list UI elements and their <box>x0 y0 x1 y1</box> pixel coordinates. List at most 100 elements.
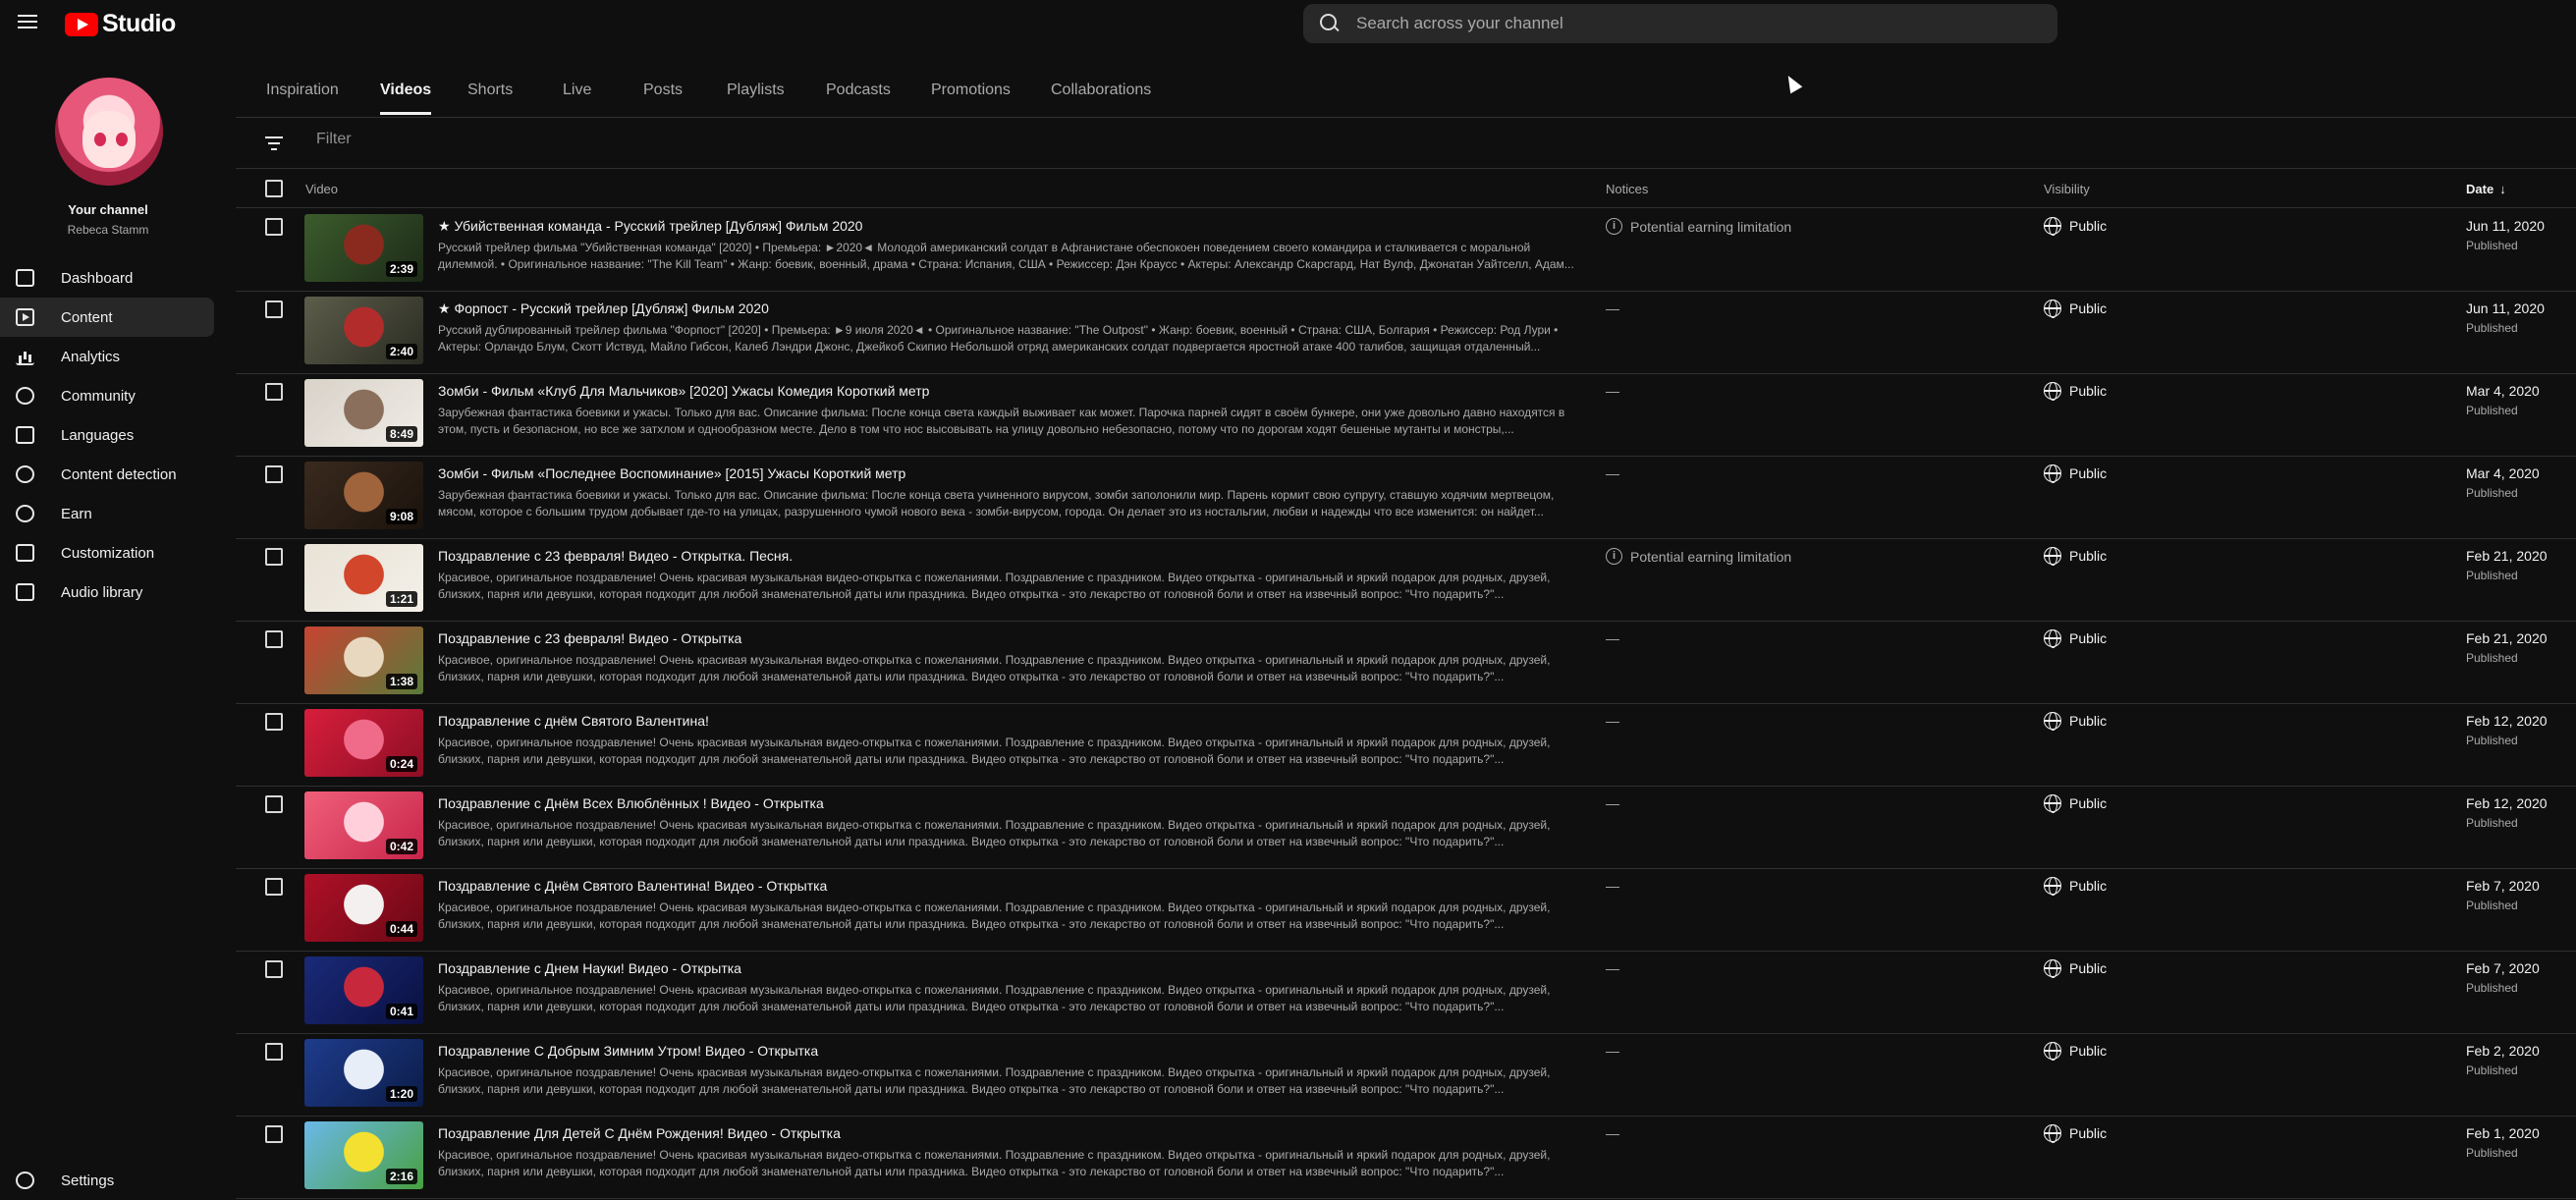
search-input[interactable] <box>1356 14 2024 33</box>
sidebar-item-customization[interactable]: Customization <box>0 533 214 573</box>
select-all-checkbox[interactable] <box>265 180 283 197</box>
video-thumbnail[interactable]: 1:38 <box>304 627 423 694</box>
visibility-cell[interactable]: Public <box>2044 959 2107 978</box>
sidebar-item-dashboard[interactable]: Dashboard <box>0 258 214 298</box>
table-row[interactable]: 8:49 Зомби - Фильм «Клуб Для Мальчиков» … <box>236 374 2576 457</box>
row-checkbox[interactable] <box>265 548 283 566</box>
row-checkbox[interactable] <box>265 960 283 978</box>
row-checkbox[interactable] <box>265 878 283 896</box>
globe-icon <box>2044 217 2061 236</box>
notice-cell: — <box>1606 713 1619 729</box>
table-row[interactable]: 2:16 Поздравление Для Детей С Днём Рожде… <box>236 1117 2576 1199</box>
sidebar-item-content[interactable]: Content <box>0 298 214 337</box>
search-icon[interactable] <box>1319 13 1341 34</box>
video-duration: 1:20 <box>385 1086 417 1102</box>
tab-videos[interactable]: Videos <box>380 82 432 115</box>
video-thumbnail[interactable]: 1:20 <box>304 1039 423 1107</box>
avatar-eye-right <box>116 133 128 146</box>
sidebar-item-analytics[interactable]: Analytics <box>0 337 214 376</box>
table-row[interactable]: 0:24 Поздравление с днём Святого Валенти… <box>236 704 2576 787</box>
video-thumbnail[interactable]: 8:49 <box>304 379 423 447</box>
sidebar-item-settings[interactable]: Settings <box>0 1161 214 1200</box>
settings-section: Settings <box>0 1161 214 1200</box>
row-checkbox[interactable] <box>265 713 283 731</box>
visibility-cell[interactable]: Public <box>2044 217 2107 236</box>
table-row[interactable]: 0:44 Поздравление с Днём Святого Валенти… <box>236 869 2576 952</box>
visibility-cell[interactable]: Public <box>2044 712 2107 731</box>
tab-promotions[interactable]: Promotions <box>931 82 1011 99</box>
row-checkbox[interactable] <box>265 383 283 401</box>
video-thumbnail[interactable]: 2:40 <box>304 297 423 364</box>
filter-icon[interactable] <box>265 136 283 150</box>
channel-avatar[interactable] <box>55 78 163 186</box>
globe-icon <box>2044 464 2061 483</box>
video-thumbnail[interactable]: 0:41 <box>304 956 423 1024</box>
sidebar-item-languages[interactable]: Languages <box>0 415 214 455</box>
row-checkbox[interactable] <box>265 1043 283 1061</box>
video-thumbnail[interactable]: 0:24 <box>304 709 423 777</box>
notice-text: — <box>1606 300 1619 316</box>
row-checkbox[interactable] <box>265 1125 283 1143</box>
tab-podcasts[interactable]: Podcasts <box>826 82 891 99</box>
visibility-cell[interactable]: Public <box>2044 382 2107 401</box>
sidebar-item-audio-library[interactable]: Audio library <box>0 573 214 612</box>
video-date: Feb 21, 2020 <box>2466 630 2548 646</box>
table-row[interactable]: 9:08 Зомби - Фильм «Последнее Воспоминан… <box>236 457 2576 539</box>
visibility-cell[interactable]: Public <box>2044 629 2108 648</box>
row-checkbox[interactable] <box>265 795 283 813</box>
video-duration: 9:08 <box>385 509 417 524</box>
globe-icon <box>2044 794 2061 813</box>
visibility-cell[interactable]: Public <box>2044 877 2107 896</box>
sidebar-item-content-detection[interactable]: Content detection <box>0 455 214 494</box>
video-duration: 0:24 <box>385 756 417 772</box>
notice-cell: — <box>1606 878 1619 894</box>
table-row[interactable]: 2:40 ★ Форпост - Русский трейлер [Дубляж… <box>236 292 2576 374</box>
tab-playlists[interactable]: Playlists <box>727 82 785 99</box>
visibility-cell[interactable]: Public <box>2044 300 2107 318</box>
visibility-text: Public <box>2069 630 2108 646</box>
visibility-cell[interactable]: Public <box>2044 464 2107 483</box>
sidebar-item-label: Audio library <box>61 583 143 601</box>
table-row[interactable]: 1:21 Поздравление с 23 февраля! Видео - … <box>236 539 2576 622</box>
tab-collaborations[interactable]: Collaborations <box>1051 82 1151 99</box>
dollar-icon <box>16 505 34 522</box>
video-date: Feb 7, 2020 <box>2466 878 2540 894</box>
video-thumbnail[interactable]: 2:16 <box>304 1121 423 1189</box>
studio-logo[interactable]: Studio <box>65 10 176 38</box>
filter-input[interactable] <box>316 131 905 148</box>
video-thumbnail[interactable]: 0:44 <box>304 874 423 942</box>
visibility-cell[interactable]: Public <box>2044 1042 2107 1061</box>
tab-posts[interactable]: Posts <box>643 82 683 99</box>
sidebar-item-label: Content <box>61 308 113 326</box>
table-row[interactable]: 0:41 Поздравление с Днем Науки! Видео - … <box>236 952 2576 1034</box>
table-row[interactable]: 0:42 Поздравление с Днём Всех Влюблённых… <box>236 787 2576 869</box>
visibility-cell[interactable]: Public <box>2044 794 2107 813</box>
sidebar-item-earn[interactable]: Earn <box>0 494 214 533</box>
table-row[interactable]: 1:20 Поздравление С Добрым Зимним Утром!… <box>236 1034 2576 1117</box>
visibility-cell[interactable]: Public <box>2044 547 2107 566</box>
video-thumbnail[interactable]: 2:39 <box>304 214 423 282</box>
tab-inspiration[interactable]: Inspiration <box>266 82 339 99</box>
video-thumbnail[interactable]: 0:42 <box>304 791 423 859</box>
notice-text: — <box>1606 795 1619 811</box>
video-description: Красивое, оригинальное поздравление! Оче… <box>438 653 1551 683</box>
table-row[interactable]: 2:39 ★ Убийственная команда - Русский тр… <box>236 209 2576 292</box>
gear-icon <box>16 1172 34 1189</box>
tab-live[interactable]: Live <box>563 82 591 99</box>
sidebar-item-community[interactable]: Community <box>0 376 214 415</box>
table-row[interactable]: 1:38 Поздравление с 23 февраля! Видео - … <box>236 622 2576 704</box>
search-bar[interactable] <box>1303 4 2057 43</box>
video-thumbnail[interactable]: 9:08 <box>304 462 423 529</box>
row-checkbox[interactable] <box>265 300 283 318</box>
visibility-cell[interactable]: Public <box>2044 1124 2107 1143</box>
menu-icon[interactable] <box>18 12 37 31</box>
tab-shorts[interactable]: Shorts <box>467 82 513 99</box>
row-checkbox[interactable] <box>265 630 283 648</box>
video-duration: 1:38 <box>385 674 417 689</box>
video-thumbnail[interactable]: 1:21 <box>304 544 423 612</box>
row-checkbox[interactable] <box>265 218 283 236</box>
row-checkbox[interactable] <box>265 465 283 483</box>
column-header-visibility: Visibility <box>2044 182 2090 196</box>
column-header-date[interactable]: Date ↓ <box>2466 182 2506 196</box>
video-status: Published <box>2466 981 2518 995</box>
